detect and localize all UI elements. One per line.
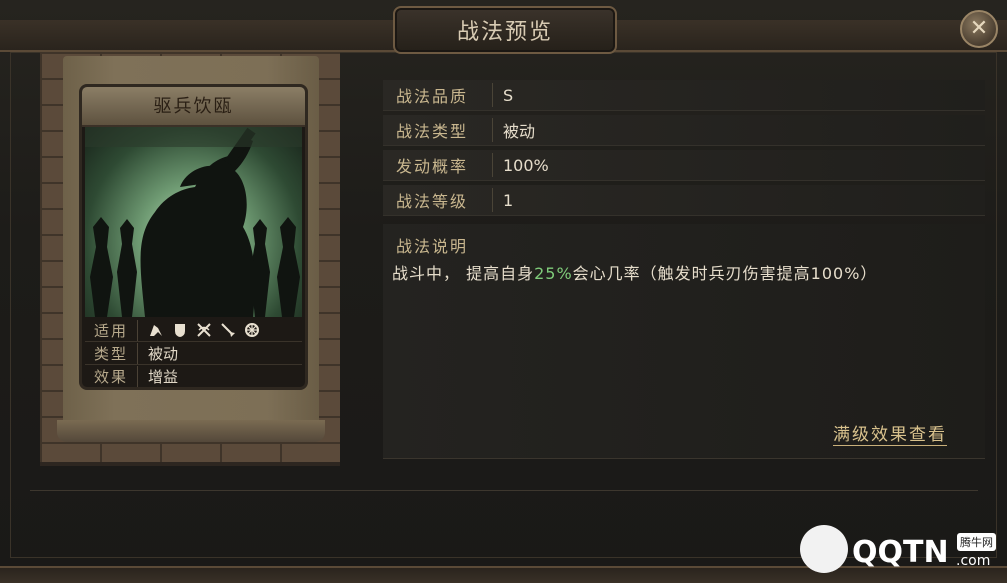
watermark-suffix: .com	[956, 553, 991, 569]
attr-key: 效果	[85, 365, 138, 387]
info-value: 被动	[503, 122, 536, 141]
attr-value: 增益	[148, 367, 179, 386]
card-illustration	[85, 127, 302, 317]
spear-icon	[221, 323, 235, 337]
attr-row-target: 目标 自己	[85, 388, 302, 390]
card-attributes: 适用 类型 被动 效果 增益 目标 自己	[85, 319, 302, 390]
tactic-info-list: 战法品质 S 战法类型 被动 发动概率 100% 战法等级 1	[383, 80, 985, 220]
info-row-type: 战法类型 被动	[383, 115, 985, 146]
warrior-silhouette	[85, 127, 302, 317]
attr-row-effect: 效果 增益	[85, 365, 302, 387]
card-title: 驱兵饮瓯	[82, 87, 305, 127]
description-text-after: 会心几率（触发时兵刃伤害提高100%）	[572, 264, 878, 283]
description-panel: 战法说明 战斗中， 提高自身25%会心几率（触发时兵刃伤害提高100%） 满级效…	[383, 224, 985, 459]
info-key: 战法等级	[383, 188, 493, 212]
watermark-brand: QQTN	[852, 535, 949, 570]
unit-type-icons	[138, 322, 260, 338]
dialog-title: 战法预览	[393, 6, 617, 54]
attr-row-applicable: 适用	[85, 319, 302, 342]
info-key: 战法品质	[383, 83, 493, 107]
max-level-effect-link[interactable]: 满级效果查看	[833, 420, 947, 446]
bottom-divider	[30, 490, 978, 491]
attr-key: 类型	[85, 342, 138, 364]
watermark-badge: 腾牛网	[957, 533, 996, 551]
info-row-level: 战法等级 1	[383, 185, 985, 216]
info-key: 发动概率	[383, 153, 493, 177]
bow-icon	[197, 323, 211, 337]
attr-value: 自己	[138, 389, 178, 391]
attr-key: 目标	[85, 389, 138, 391]
watermark-logo-icon	[800, 525, 848, 573]
wheel-icon	[245, 323, 259, 337]
attr-row-type: 类型 被动	[85, 342, 302, 365]
site-watermark: QQTN 腾牛网 .com	[800, 525, 1005, 577]
close-button[interactable]: ✕	[960, 10, 998, 48]
cavalry-icon	[150, 325, 162, 336]
info-row-quality: 战法品质 S	[383, 80, 985, 111]
description-text: 战斗中， 提高自身25%会心几率（触发时兵刃伤害提高100%）	[392, 260, 877, 284]
description-text-before: 战斗中， 提高自身	[392, 264, 535, 283]
shield-icon	[175, 324, 185, 337]
info-value: 1	[503, 190, 514, 210]
attr-key: 适用	[85, 319, 138, 341]
info-row-trigger-rate: 发动概率 100%	[383, 150, 985, 181]
scroll-roller	[57, 420, 325, 442]
info-key: 战法类型	[383, 118, 493, 142]
info-value: 100%	[503, 155, 549, 175]
description-highlight: 25%	[534, 264, 573, 283]
attr-value: 被动	[148, 344, 179, 363]
description-label: 战法说明	[396, 237, 469, 256]
info-value: S	[503, 85, 514, 105]
tactic-card: 驱兵饮瓯 适用 类型 被动 效果 增益	[79, 84, 308, 390]
